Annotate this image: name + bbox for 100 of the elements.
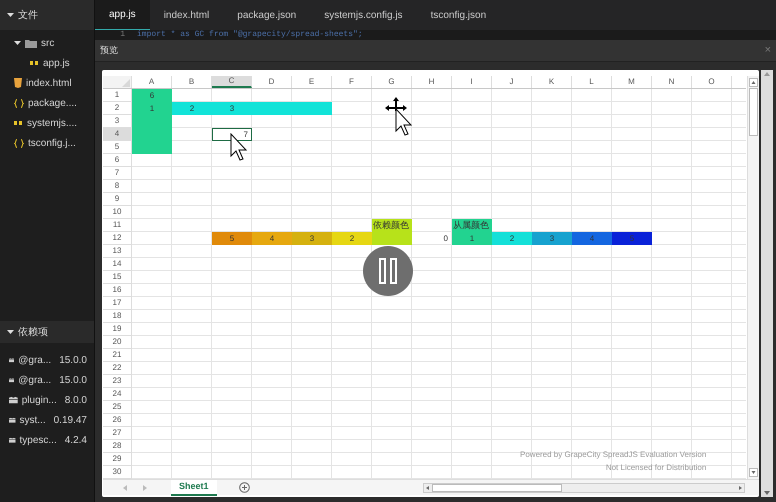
dependencies-header[interactable]: 依赖项: [0, 321, 94, 343]
row-header[interactable]: 11: [103, 219, 132, 232]
scroll-thumb[interactable]: [749, 88, 758, 136]
section-title: 依赖项: [18, 326, 48, 340]
row-header[interactable]: 15: [103, 271, 132, 284]
filled-cell[interactable]: [292, 102, 332, 115]
row-header[interactable]: 2: [103, 102, 132, 115]
table-cell[interactable]: 4: [252, 232, 292, 245]
select-all-icon[interactable]: [122, 79, 130, 87]
row-header[interactable]: 17: [103, 297, 132, 310]
row-header[interactable]: 28: [103, 440, 132, 453]
evaluation-notice: Not Licensed for Distribution: [606, 462, 706, 474]
editor-tab[interactable]: tsconfig.json: [416, 0, 500, 30]
row-header[interactable]: 29: [103, 453, 132, 466]
table-cell[interactable]: 依赖颜色: [372, 219, 412, 232]
scroll-thumb[interactable]: [432, 484, 562, 492]
row-header[interactable]: 9: [103, 193, 132, 206]
row-header[interactable]: 30: [103, 466, 132, 479]
caret-down-icon[interactable]: [7, 329, 14, 335]
row-header[interactable]: 24: [103, 388, 132, 401]
row-header[interactable]: 10: [103, 206, 132, 219]
row-header[interactable]: 16: [103, 284, 132, 297]
column-header[interactable]: C: [212, 76, 252, 88]
filled-cell[interactable]: [372, 232, 412, 245]
caret-down-icon[interactable]: [14, 40, 21, 46]
braces-icon: [14, 98, 24, 108]
table-cell[interactable]: 3: [212, 102, 252, 115]
file-name[interactable]: tsconfig.j...: [28, 136, 76, 150]
file-name[interactable]: package....: [28, 96, 77, 110]
editor-tab[interactable]: systemjs.config.js: [310, 0, 417, 30]
row-header[interactable]: 6: [103, 154, 132, 167]
dependency-name[interactable]: plugin...: [22, 392, 57, 408]
caret-down-icon[interactable]: [7, 12, 14, 18]
row-header[interactable]: 5: [103, 141, 132, 154]
table-cell[interactable]: 2: [172, 102, 212, 115]
dependency-version: 0.19.47: [54, 414, 87, 428]
preview-scrollbar[interactable]: [761, 70, 773, 497]
dependency-version: 15.0.0: [59, 354, 87, 368]
table-cell[interactable]: 0: [412, 232, 452, 245]
table-cell[interactable]: 3: [532, 232, 572, 245]
table-cell[interactable]: 1: [452, 232, 492, 245]
scroll-down-icon[interactable]: [749, 468, 758, 477]
next-sheet-icon[interactable]: [142, 484, 147, 490]
package-icon: [9, 396, 18, 404]
package-icon: [9, 416, 16, 424]
row-header[interactable]: 14: [103, 258, 132, 271]
sheet-tab[interactable]: Sheet1: [171, 480, 217, 496]
row-header[interactable]: 27: [103, 427, 132, 440]
editor-tab[interactable]: package.json: [223, 0, 310, 30]
html-file-icon: [14, 78, 22, 88]
dependency-version: 4.2.4: [64, 434, 87, 448]
row-header[interactable]: 21: [103, 349, 132, 362]
row-header[interactable]: 25: [103, 401, 132, 414]
row-header[interactable]: 1: [103, 89, 132, 102]
horizontal-scrollbar[interactable]: [423, 482, 745, 492]
row-header[interactable]: 23: [103, 375, 132, 388]
row-header[interactable]: 20: [103, 336, 132, 349]
table-cell[interactable]: 6: [132, 89, 172, 102]
scroll-left-icon[interactable]: [424, 484, 432, 492]
table-cell[interactable]: 1: [132, 102, 172, 115]
braces-icon: [14, 138, 24, 148]
previous-sheet-icon[interactable]: [123, 484, 128, 490]
scroll-down-icon[interactable]: [764, 491, 770, 495]
table-cell[interactable]: 2: [332, 232, 372, 245]
table-cell[interactable]: 从属颜色: [452, 219, 492, 232]
line-number: 1: [119, 31, 125, 39]
dependency-name[interactable]: typesc...: [20, 432, 57, 448]
editor-tab[interactable]: app.js: [95, 0, 150, 30]
row-header[interactable]: 3: [103, 115, 132, 128]
file-name[interactable]: systemjs....: [27, 116, 78, 130]
corner-cell[interactable]: [103, 76, 132, 88]
package-icon: [9, 356, 14, 364]
row-header[interactable]: 18: [103, 310, 132, 323]
package-icon: [9, 376, 14, 384]
row-header[interactable]: 19: [103, 323, 132, 336]
editor-tab[interactable]: index.html: [150, 0, 224, 30]
scroll-right-icon[interactable]: [736, 484, 744, 492]
add-sheet-icon[interactable]: [238, 482, 250, 493]
file-name[interactable]: src: [41, 36, 54, 50]
row-header[interactable]: 13: [103, 245, 132, 258]
table-cell[interactable]: 2: [492, 232, 532, 245]
table-cell[interactable]: 5: [212, 232, 252, 245]
row-header[interactable]: 8: [103, 180, 132, 193]
scroll-up-icon[interactable]: [749, 78, 758, 87]
vertical-scrollbar[interactable]: [747, 76, 759, 479]
row-header[interactable]: 26: [103, 414, 132, 427]
file-name[interactable]: app.js: [43, 56, 70, 70]
filled-cell[interactable]: [132, 141, 172, 154]
table-cell[interactable]: 7: [212, 128, 252, 141]
dependency-name[interactable]: @gra...: [18, 352, 52, 368]
row-header[interactable]: 4: [103, 128, 132, 141]
row-header[interactable]: 7: [103, 167, 132, 180]
files-header[interactable]: 文件: [0, 0, 94, 30]
row-header[interactable]: 22: [103, 362, 132, 375]
evaluation-notice: Powered by GrapeCity SpreadJS Evaluation Version: [520, 449, 706, 461]
dependency-name[interactable]: @gra...: [18, 372, 52, 388]
row-header[interactable]: 12: [103, 232, 132, 245]
file-name[interactable]: index.html: [26, 76, 72, 90]
dependency-name[interactable]: syst...: [20, 412, 46, 428]
table-cell[interactable]: 3: [292, 232, 332, 245]
